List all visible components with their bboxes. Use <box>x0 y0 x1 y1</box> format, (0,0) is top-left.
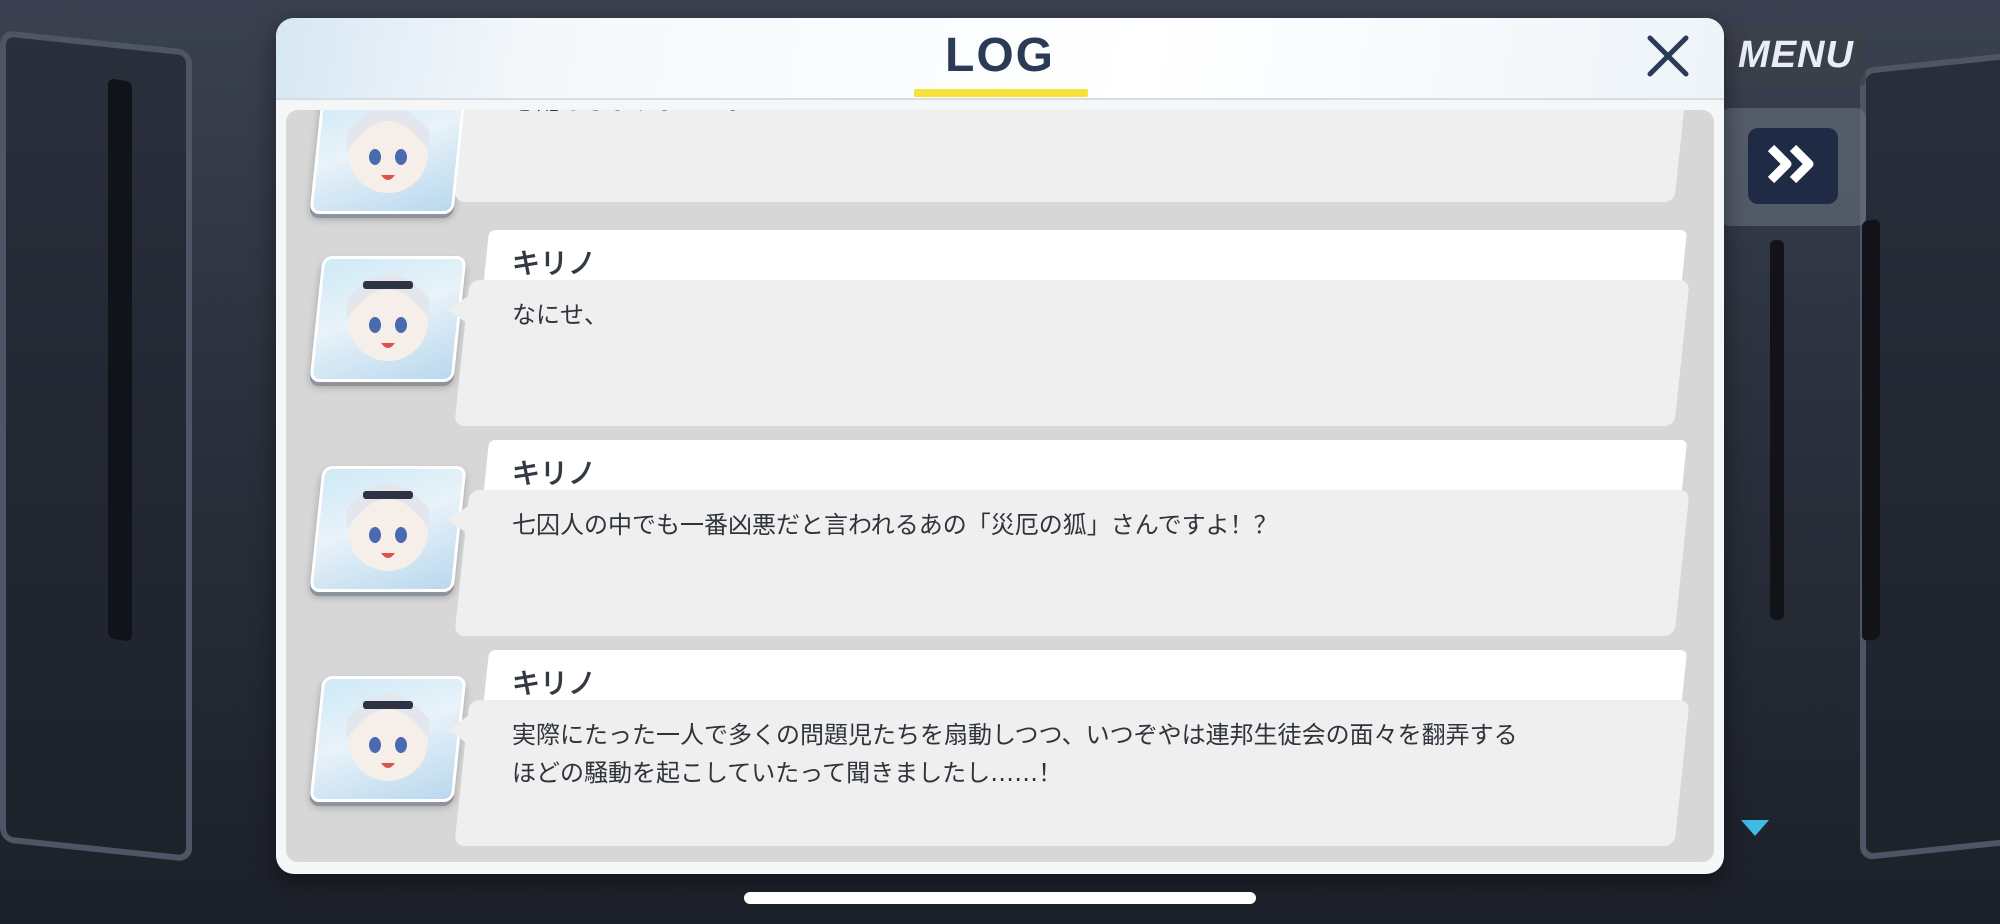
home-indicator[interactable] <box>744 892 1256 904</box>
corridor-wall-right <box>1860 51 2000 861</box>
title-underline <box>914 89 1088 97</box>
corridor-rail-right-inner <box>1770 240 1784 620</box>
log-entry: キリノ 実際にたった一人で多くの問題児たちを扇動しつつ、いつぞやは連邦生徒会の面… <box>286 650 1714 850</box>
speech-line: なにせ、 <box>512 301 608 329</box>
log-entry: 心配もしますよ……。 <box>286 110 1714 214</box>
log-modal: LOG 心配もしますよ…… <box>276 18 1724 874</box>
log-header: LOG <box>276 18 1724 100</box>
bubble-pointer <box>448 296 468 324</box>
close-button[interactable] <box>1642 32 1694 84</box>
speaker-name: キリノ <box>512 247 597 280</box>
close-icon <box>1646 34 1690 82</box>
bubble-pointer <box>448 506 468 534</box>
character-avatar <box>309 110 467 214</box>
corridor-rail-left <box>108 78 132 642</box>
corridor-rail-right <box>1862 218 1880 642</box>
skip-button[interactable] <box>1748 128 1838 204</box>
bubble-pointer <box>448 716 468 744</box>
speech-line: 実際にたった一人で多くの問題児たちを扇動しつつ、いつぞやは連邦生徒会の面々を翻弄… <box>512 721 1518 749</box>
character-avatar <box>309 256 467 382</box>
character-avatar <box>309 676 467 802</box>
character-avatar <box>309 466 467 592</box>
log-entry: キリノ なにせ、 <box>286 230 1714 430</box>
double-chevron-right-icon <box>1765 144 1821 188</box>
log-entry: キリノ 七囚人の中でも一番凶悪だと言われるあの「災厄の狐」さんですよ！？ <box>286 440 1714 640</box>
speech-bubble <box>454 110 1690 202</box>
speech-line: 心配もしますよ……。 <box>512 110 1612 120</box>
log-title: LOG <box>945 29 1055 82</box>
speech-line: ほどの騒動を起こしていたって聞きましたし……！ <box>512 759 1063 787</box>
menu-button[interactable]: MENU <box>1726 24 1866 86</box>
speaker-name: キリノ <box>512 667 597 700</box>
scroll-down-arrow-icon <box>1741 820 1769 836</box>
log-list[interactable]: 心配もしますよ……。 キリノ なにせ、 <box>286 110 1714 862</box>
speaker-name: キリノ <box>512 457 597 490</box>
corridor-wall-left <box>0 29 192 863</box>
speech-line: 七囚人の中でも一番凶悪だと言われるあの「災厄の狐」さんですよ！？ <box>512 511 1278 539</box>
